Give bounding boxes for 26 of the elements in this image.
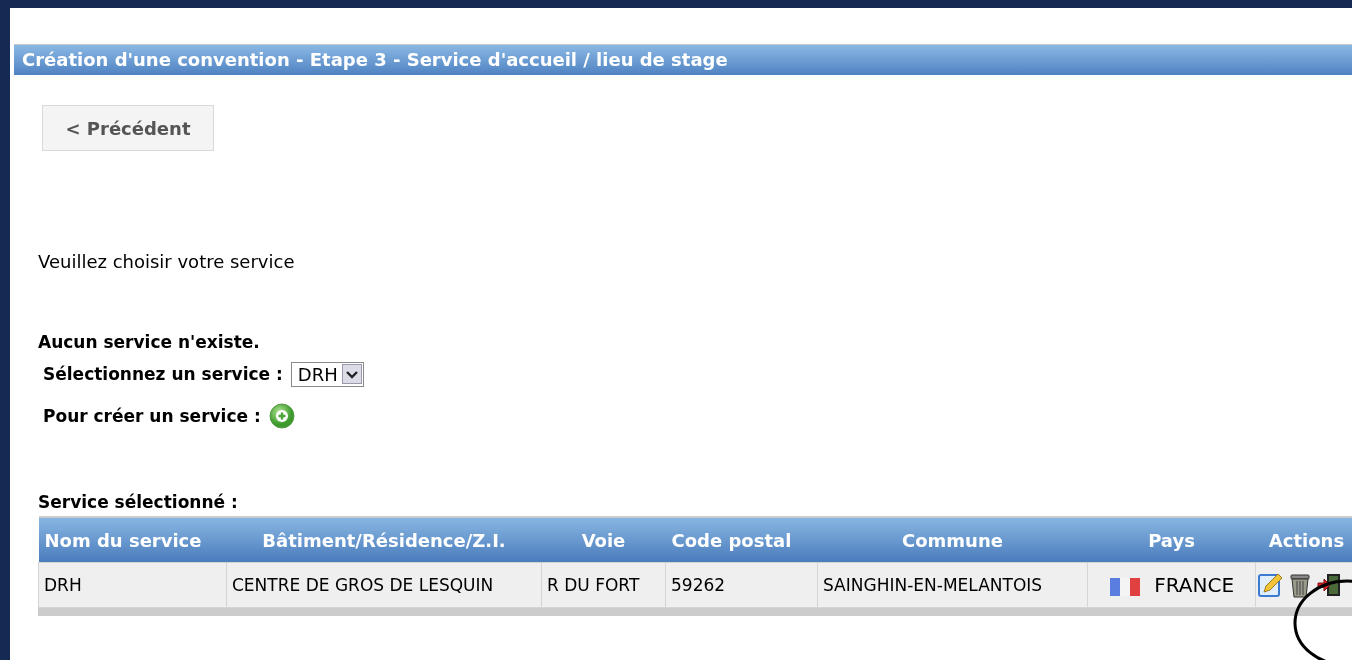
- table-cell: 59262: [665, 562, 818, 608]
- page-header: Création d'une convention - Etape 3 - Service d'accueil / lieu de stage: [14, 44, 1352, 75]
- flag-icon: [1108, 577, 1141, 597]
- column-header: Code postal: [665, 517, 818, 563]
- trash-icon[interactable]: [1289, 572, 1312, 598]
- country-text: FRANCE: [1154, 573, 1235, 597]
- service-select[interactable]: DRH: [290, 361, 364, 387]
- notice-text: Aucun service n'existe.: [38, 332, 261, 352]
- column-header: Voie: [541, 517, 666, 563]
- select-label: Sélectionnez un service :: [43, 364, 283, 384]
- table-cell: R DU FORT: [541, 562, 666, 608]
- table-cell: DRH: [38, 562, 227, 608]
- table-cell: CENTRE DE GROS DE LESQUIN: [226, 562, 542, 608]
- column-header: Nom du service: [38, 517, 227, 563]
- edit-icon[interactable]: [1258, 572, 1284, 598]
- column-header: Commune: [817, 517, 1088, 563]
- column-header: Bâtiment/Résidence/Z.I.: [226, 517, 542, 563]
- section-title: Service sélectionné :: [38, 492, 239, 512]
- column-header: Actions: [1255, 517, 1352, 563]
- previous-button[interactable]: < Précédent: [42, 105, 214, 151]
- exit-door-icon[interactable]: [1316, 572, 1341, 598]
- table-cell: SAINGHIN-EN-MELANTOIS: [817, 562, 1088, 608]
- instruction-text: Veuillez choisir votre service: [38, 251, 296, 272]
- create-label: Pour créer un service :: [43, 406, 261, 426]
- column-header: Pays: [1087, 517, 1256, 563]
- add-icon[interactable]: [268, 403, 295, 429]
